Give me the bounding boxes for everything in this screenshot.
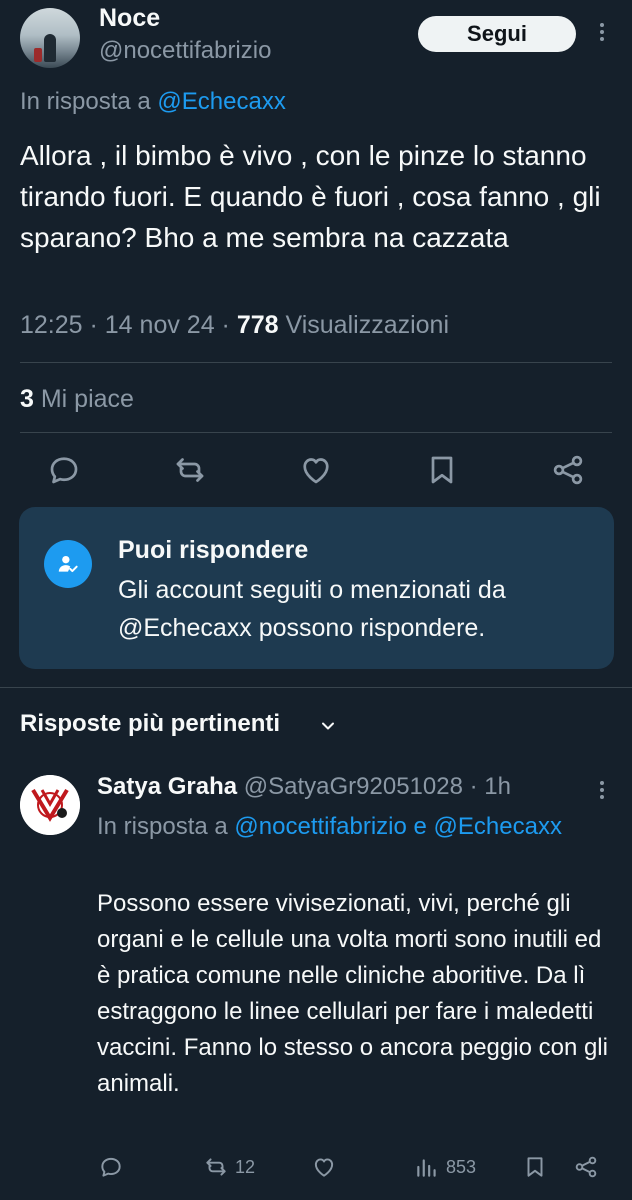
reply-views-count: 853 (446, 1156, 477, 1177)
share-icon (575, 1156, 597, 1178)
chevron-down-icon[interactable] (318, 716, 338, 736)
like-icon[interactable] (298, 452, 334, 488)
bookmark-icon[interactable] (424, 452, 460, 488)
replies-sort-label[interactable]: Risposte più pertinenti (20, 710, 280, 738)
replying-to-link[interactable]: @Echecaxx (157, 88, 285, 115)
reply-separator: · (469, 773, 478, 800)
follow-button[interactable]: Segui (418, 16, 576, 52)
reply-mention-and: e (406, 813, 434, 840)
tweet-date[interactable]: 14 nov 24 (105, 311, 215, 339)
reply-author-line: Satya Graha @SatyaGr92051028 · 1h (97, 773, 511, 801)
share-icon[interactable] (550, 452, 586, 488)
reply-replying-to: In risposta a @nocettifabrizio e @Echeca… (97, 809, 597, 845)
reply-mention-2[interactable]: @Echecaxx (434, 813, 562, 840)
reply-time[interactable]: 1h (484, 773, 511, 800)
reply-restriction-body: Gli account seguiti o menzionati da @Ech… (118, 576, 506, 642)
replying-to-line: In risposta a @Echecaxx (20, 88, 286, 116)
reply-replying-prefix: In risposta a (97, 813, 235, 840)
reply-display-name[interactable]: Satya Graha (97, 773, 237, 800)
more-options-icon[interactable] (592, 20, 612, 48)
reply-icon[interactable] (46, 452, 82, 488)
avatar-figure-detail (34, 48, 42, 62)
reply-mention-1[interactable]: @nocettifabrizio (234, 813, 406, 840)
reply-reply-button[interactable] (98, 1153, 124, 1181)
author-handle[interactable]: @nocettifabrizio (99, 37, 271, 65)
views-label: Visualizzazioni (285, 311, 450, 339)
reply-icon (101, 1157, 121, 1177)
reply-like-button[interactable] (311, 1153, 337, 1181)
reply-author-avatar[interactable] (20, 775, 80, 835)
reply-retweet-count: 12 (235, 1156, 256, 1177)
divider (20, 432, 612, 433)
views-icon (417, 1159, 436, 1177)
reply-retweet-button[interactable]: 12 (203, 1153, 255, 1181)
views-count: 778 (236, 311, 279, 339)
tweet-meta: 12:25 · 14 nov 24 · 778 Visualizzazioni (20, 311, 450, 339)
author-avatar[interactable] (20, 8, 80, 68)
likes-summary[interactable]: 3 Mi piace (20, 385, 134, 414)
reply-more-options-icon[interactable] (592, 778, 612, 806)
reply-handle[interactable]: @SatyaGr92051028 (244, 773, 463, 800)
people-check-icon (44, 540, 92, 588)
likes-label: Mi piace (40, 385, 134, 413)
avatar-figure (44, 34, 56, 62)
reply-share-button[interactable] (573, 1153, 599, 1181)
divider (20, 362, 612, 363)
section-separator (0, 687, 632, 688)
replying-prefix: In risposta a (20, 88, 158, 115)
bookmark-icon (527, 1157, 543, 1177)
tweet-time[interactable]: 12:25 (20, 311, 83, 339)
reply-bookmark-button[interactable] (522, 1153, 548, 1181)
like-icon (314, 1158, 334, 1177)
retweet-icon (206, 1158, 226, 1176)
reply-text: Possono essere vivisezionati, vivi, perc… (97, 890, 608, 1097)
tweet-text: Allora , il bimbo è vivo , con le pinze … (20, 140, 601, 253)
reply-views-button[interactable]: 853 (414, 1153, 476, 1181)
reply-restriction-title: Puoi rispondere (118, 536, 309, 564)
author-display-name[interactable]: Noce (99, 4, 160, 33)
retweet-icon[interactable] (172, 452, 208, 488)
likes-count: 3 (20, 385, 34, 413)
